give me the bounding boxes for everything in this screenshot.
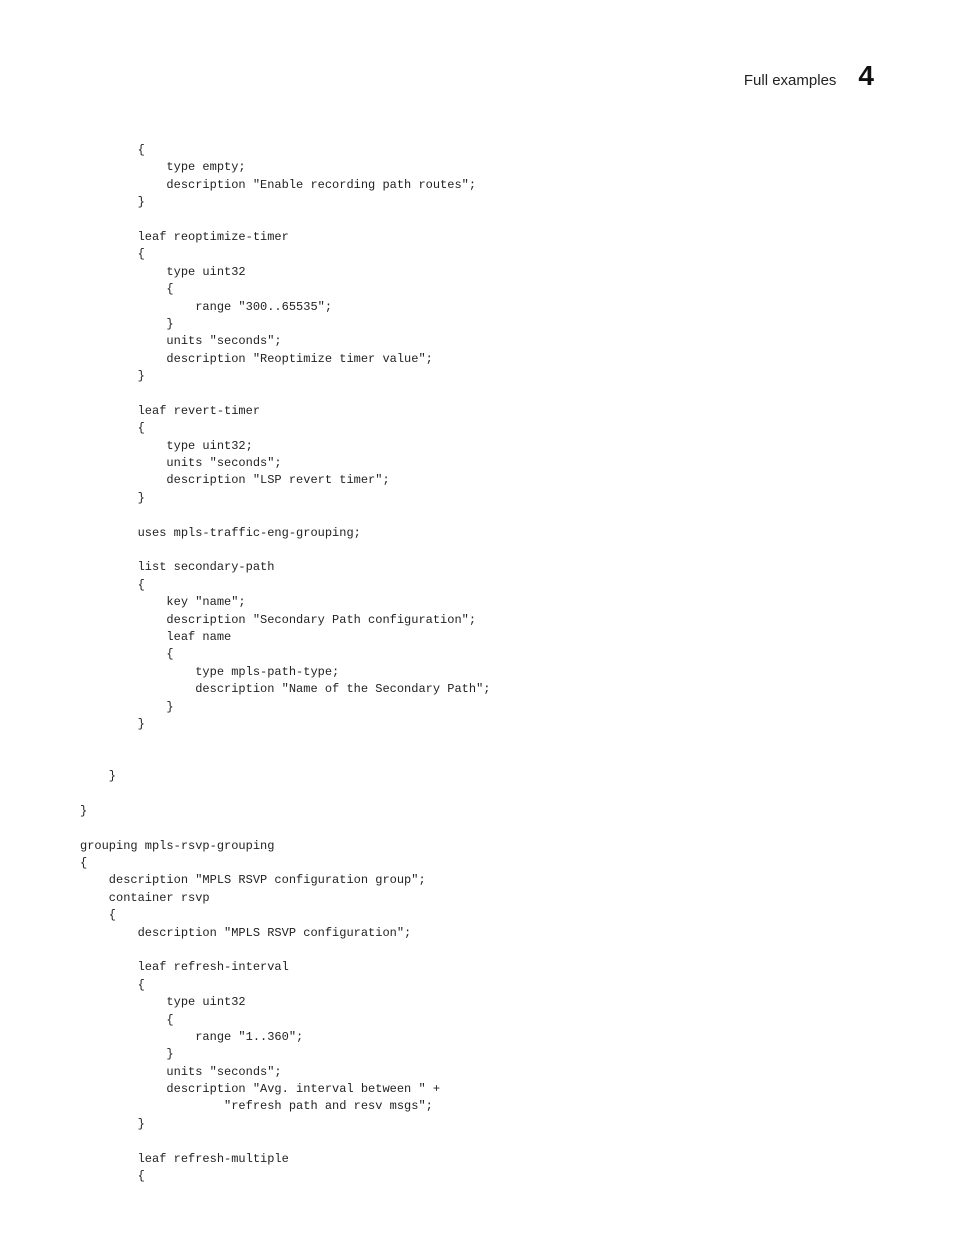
header-title: Full examples <box>744 72 837 89</box>
code-listing: { type empty; description "Enable record… <box>80 142 874 1185</box>
page-header: Full examples 4 <box>744 60 874 92</box>
chapter-number: 4 <box>858 60 874 92</box>
